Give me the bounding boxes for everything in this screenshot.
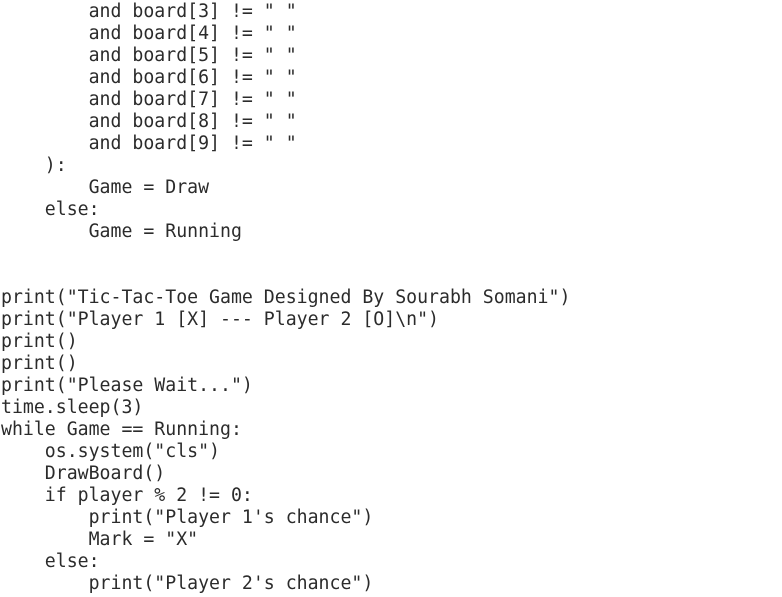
code-line: and board[4] != " " (1, 23, 297, 44)
code-line: Game = Draw (1, 177, 210, 198)
code-line: DrawBoard() (1, 463, 166, 484)
code-line: and board[3] != " " (1, 1, 297, 22)
code-line: else: (1, 551, 100, 572)
code-line: and board[9] != " " (1, 133, 297, 154)
code-line: print("Player 1 [X] --- Player 2 [O]\n") (1, 309, 439, 330)
code-lines: and board[3] != " " and board[4] != " " … (1, 1, 570, 595)
code-line: and board[5] != " " (1, 45, 297, 66)
code-line: and board[7] != " " (1, 89, 297, 110)
code-line: print() (1, 331, 78, 352)
code-line: time.sleep(3) (1, 397, 144, 418)
code-line: Mark = "X" (1, 529, 199, 550)
code-line: print("Tic-Tac-Toe Game Designed By Sour… (1, 287, 571, 308)
code-line: and board[6] != " " (1, 67, 297, 88)
code-line: os.system("cls") (1, 441, 220, 462)
code-line: print("Please Wait...") (1, 375, 253, 396)
code-line: print("Player 2's chance") (1, 573, 374, 594)
code-line: print("Player 1's chance") (1, 507, 374, 528)
code-line: else: (1, 199, 100, 220)
code-line: if player % 2 != 0: (1, 485, 253, 506)
code-line: and board[8] != " " (1, 111, 297, 132)
code-line: print() (1, 353, 78, 374)
code-editor[interactable]: and board[3] != " " and board[4] != " " … (1, 0, 782, 597)
code-line: while Game == Running: (1, 419, 242, 440)
code-line: ): (1, 155, 67, 176)
code-line: Game = Running (1, 221, 242, 242)
